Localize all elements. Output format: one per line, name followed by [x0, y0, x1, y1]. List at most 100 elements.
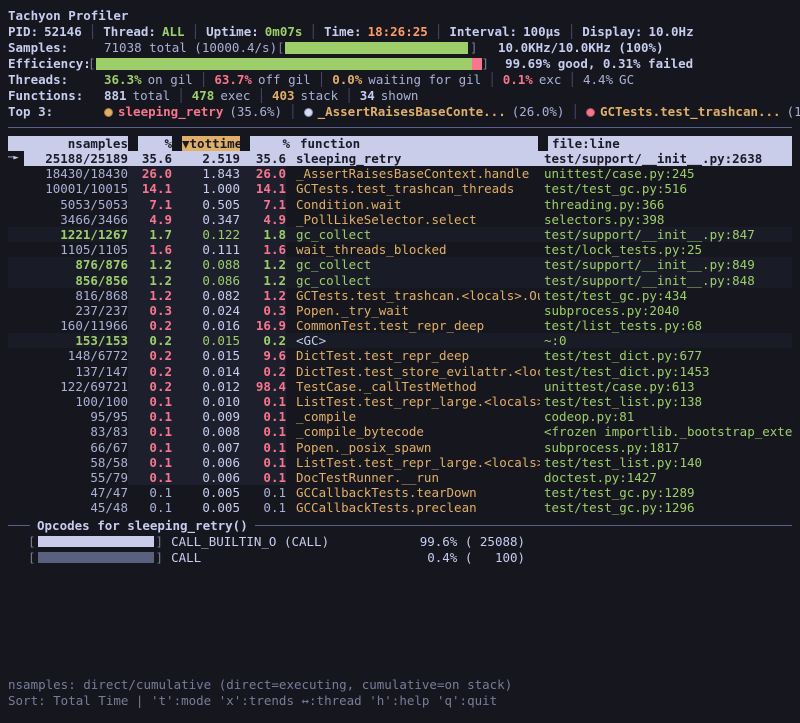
functions-line: Functions: 881 total │ 478 exec │ 403 st… — [8, 88, 792, 104]
cell-own-percent: 4.9 — [128, 212, 172, 227]
cell-tottime: 0.024 — [172, 303, 240, 318]
cell-own-percent: 0.1 — [128, 485, 172, 500]
table-row[interactable]: ─► 25188/25189 35.6 2.519 35.6 sleeping_… — [8, 151, 792, 166]
cell-tottime: 0.006 — [172, 455, 240, 470]
efficiency-line: Efficiency: [ ] 99.69% good, 0.31% faile… — [8, 56, 792, 72]
cell-own-percent: 0.1 — [128, 409, 172, 424]
cell-file-line: unittest/case.py:245 — [540, 166, 792, 181]
cell-file-line: ~:0 — [540, 333, 792, 348]
table-row[interactable]: 153/153 0.2 0.015 0.2 <GC> ~:0 — [8, 333, 792, 348]
cell-total-percent: 0.1 — [240, 424, 286, 439]
table-row[interactable]: 55/79 0.1 0.006 0.1 DocTestRunner.__run … — [8, 470, 792, 485]
table-row[interactable]: 5053/5053 7.1 0.505 7.1 Condition.wait t… — [8, 197, 792, 212]
table-row[interactable]: 47/47 0.1 0.005 0.1 GCCallbackTests.tear… — [8, 485, 792, 500]
separator: │ — [89, 24, 97, 40]
cell-file-line: test/test_gc.py:1296 — [540, 500, 792, 515]
cell-total-percent: 9.6 — [240, 348, 286, 363]
cell-own-percent: 0.1 — [128, 500, 172, 515]
exc-pct: 0.1% — [503, 72, 533, 88]
table-row[interactable]: 18430/18430 26.0 1.843 26.0 _AssertRaise… — [8, 166, 792, 181]
table-row[interactable]: 137/147 0.2 0.014 0.2 DictTest.test_stor… — [8, 364, 792, 379]
table-row[interactable]: 3466/3466 4.9 0.347 4.9 _PollLikeSelecto… — [8, 212, 792, 227]
separator: │ — [568, 72, 576, 88]
cell-own-percent: 7.1 — [128, 197, 172, 212]
display-value: 10.0Hz — [648, 24, 693, 40]
table-row[interactable]: 1105/1105 1.6 0.111 1.6 wait_threads_blo… — [8, 242, 792, 257]
cell-function: GCCallbackTests.preclean — [286, 500, 540, 515]
cell-total-percent: 0.1 — [240, 394, 286, 409]
table-row[interactable]: 816/868 1.2 0.082 1.2 GCTests.test_trash… — [8, 288, 792, 303]
cell-total-percent: 0.2 — [240, 364, 286, 379]
table-row[interactable]: 83/83 0.1 0.008 0.1 _compile_bytecode <f… — [8, 424, 792, 439]
opcode-row: [ ] CALL 0.4% ( 100) — [28, 550, 792, 566]
column-header-total-percent[interactable]: % — [250, 136, 290, 151]
cell-total-percent: 1.6 — [240, 242, 286, 257]
cell-function: DictTest.test_repr_deep — [286, 348, 540, 363]
off-gil-pct: 63.7% — [214, 72, 252, 88]
column-header-tottime-sorted[interactable]: ▼tottime — [182, 136, 240, 151]
cell-tottime: 0.010 — [172, 394, 240, 409]
table-row[interactable]: 100/100 0.1 0.010 0.1 ListTest.test_repr… — [8, 394, 792, 409]
cell-own-percent: 1.7 — [128, 227, 172, 242]
interval-label: Interval: — [449, 24, 517, 40]
bar-bracket-close: ] — [156, 550, 164, 566]
cell-file-line: test/support/__init__.py:849 — [540, 257, 792, 272]
cell-tottime: 0.005 — [172, 500, 240, 515]
samples-label: Samples: — [8, 40, 92, 56]
cell-tottime: 0.014 — [172, 364, 240, 379]
display-label: Display: — [582, 24, 642, 40]
table-row[interactable]: 876/876 1.2 0.088 1.2 gc_collect test/su… — [8, 257, 792, 272]
cell-tottime: 0.015 — [172, 333, 240, 348]
cell-tottime: 0.015 — [172, 348, 240, 363]
efficiency-good-bar — [96, 58, 472, 70]
table-row[interactable]: 856/856 1.2 0.086 1.2 gc_collect test/su… — [8, 273, 792, 288]
cell-own-percent: 0.1 — [128, 470, 172, 485]
table-row[interactable]: 10001/10015 14.1 1.000 14.1 GCTests.test… — [8, 181, 792, 196]
gc-text: GC — [619, 72, 634, 88]
top1-name[interactable]: sleeping_retry — [118, 104, 223, 120]
table-row[interactable]: 45/48 0.1 0.005 0.1 GCCallbackTests.prec… — [8, 500, 792, 515]
column-header-nsamples[interactable]: nsamples — [24, 136, 128, 151]
top3-name[interactable]: GCTests.test_trashcan... — [600, 104, 781, 120]
thread-value[interactable]: ALL — [162, 24, 185, 40]
table-row[interactable]: 1221/1267 1.7 0.122 1.8 gc_collect test/… — [8, 227, 792, 242]
column-header-file-line[interactable]: file:line — [548, 136, 792, 151]
table-row[interactable]: 148/6772 0.2 0.015 9.6 DictTest.test_rep… — [8, 348, 792, 363]
table-row[interactable]: 160/11966 0.2 0.016 16.9 CommonTest.test… — [8, 318, 792, 333]
opcode-bar — [38, 536, 154, 547]
top3-pct: (14.1%) — [787, 104, 800, 120]
cell-tottime: 0.008 — [172, 424, 240, 439]
cell-nsamples: 1105/1105 — [24, 242, 128, 257]
bar-bracket-close: ] — [156, 534, 164, 550]
cell-nsamples: 816/868 — [24, 288, 128, 303]
opcodes-section-title: Opcodes for sleeping_retry() — [8, 518, 792, 534]
time-value: 18:26:25 — [368, 24, 428, 40]
cell-file-line: codeop.py:81 — [540, 409, 792, 424]
table-row[interactable]: 237/237 0.3 0.024 0.3 Popen._try_wait su… — [8, 303, 792, 318]
separator: │ — [289, 104, 297, 120]
divider-dash — [8, 525, 30, 526]
efficiency-failed-bar — [472, 58, 482, 70]
cell-file-line: test/test_dict.py:1453 — [540, 364, 792, 379]
cell-file-line: test/test_gc.py:434 — [540, 288, 792, 303]
uptime-label: Uptime: — [206, 24, 259, 40]
top3-line: Top 3: sleeping_retry (35.6%) │ _AssertR… — [8, 104, 792, 120]
cell-function: GCTests.test_trashcan_threads — [286, 181, 540, 196]
functions-total-text: total — [133, 88, 171, 104]
top2-name[interactable]: _AssertRaisesBaseConte... — [318, 104, 506, 120]
cell-own-percent: 0.2 — [128, 379, 172, 394]
table-row[interactable]: 58/58 0.1 0.006 0.1 ListTest.test_repr_l… — [8, 455, 792, 470]
table-row[interactable]: 122/69721 0.2 0.012 98.4 TestCase._callT… — [8, 379, 792, 394]
table-row[interactable]: 95/95 0.1 0.009 0.1 _compile codeop.py:8… — [8, 409, 792, 424]
cell-file-line: doctest.py:1427 — [540, 470, 792, 485]
table-row[interactable]: 66/67 0.1 0.007 0.1 Popen._posix_spawn s… — [8, 440, 792, 455]
column-header-own-percent[interactable]: % — [138, 136, 172, 151]
column-header-function[interactable]: function — [290, 136, 538, 151]
cell-tottime: 0.088 — [172, 257, 240, 272]
cell-tottime: 0.006 — [172, 470, 240, 485]
bronze-medal-icon — [586, 108, 595, 117]
cell-tottime: 0.012 — [172, 379, 240, 394]
cell-file-line: test/test_list.py:138 — [540, 394, 792, 409]
cell-function: _PollLikeSelector.select — [286, 212, 540, 227]
functions-label: Functions: — [8, 88, 92, 104]
